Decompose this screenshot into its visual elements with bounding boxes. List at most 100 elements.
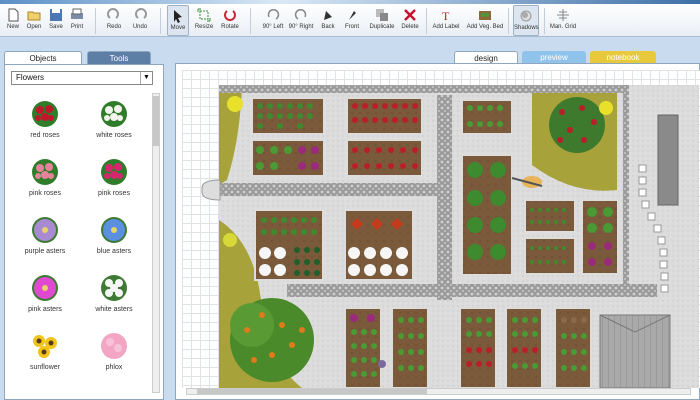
gate bbox=[201, 179, 221, 201]
toolbar-separator bbox=[95, 8, 96, 34]
bring-front-icon bbox=[349, 11, 356, 20]
pink-asters-icon bbox=[32, 275, 58, 301]
move-button[interactable]: Move bbox=[167, 5, 189, 36]
veg-bed[interactable] bbox=[391, 307, 429, 388]
stone-path bbox=[219, 183, 449, 196]
objects-scrollbar[interactable] bbox=[152, 93, 160, 393]
delete-button[interactable]: Delete bbox=[399, 5, 421, 36]
toolbar-separator bbox=[250, 8, 251, 34]
garden-plan[interactable] bbox=[182, 70, 700, 388]
white-roses-icon bbox=[101, 101, 127, 127]
scroll-thumb[interactable] bbox=[197, 389, 427, 394]
save-button[interactable]: Save bbox=[46, 5, 66, 36]
category-value: Flowers bbox=[16, 73, 45, 82]
sunflower-icon bbox=[33, 335, 57, 358]
new-button[interactable]: New bbox=[4, 5, 22, 36]
tab-tools[interactable]: Tools bbox=[87, 51, 151, 65]
white-asters-icon bbox=[101, 275, 127, 301]
scroll-thumb[interactable] bbox=[153, 96, 159, 146]
rotate-left-button[interactable]: 90° Left bbox=[260, 5, 286, 36]
toolbar-separator bbox=[160, 8, 161, 34]
plant-item[interactable]: white asters bbox=[81, 273, 147, 313]
veg-bed[interactable] bbox=[461, 99, 513, 135]
category-select[interactable]: Flowers ▼ bbox=[11, 71, 153, 85]
stone-wall bbox=[219, 85, 629, 93]
bench[interactable] bbox=[657, 114, 679, 206]
objects-list: Flowers ▼ red roses white roses pink ros… bbox=[4, 64, 164, 400]
plant-item[interactable]: pink roses bbox=[12, 157, 78, 197]
yellow-flowers[interactable] bbox=[599, 101, 613, 115]
pink-roses-icon bbox=[32, 159, 58, 185]
send-back-icon bbox=[324, 11, 332, 20]
redo-icon bbox=[107, 8, 119, 19]
plant-item[interactable]: blue asters bbox=[81, 215, 147, 255]
redo-button[interactable]: Redo bbox=[104, 5, 124, 36]
veg-bed[interactable] bbox=[251, 97, 325, 135]
plant-item[interactable]: white roses bbox=[81, 99, 147, 139]
plant-item[interactable]: pink asters bbox=[12, 273, 78, 313]
plant-item[interactable]: phlox bbox=[81, 331, 147, 371]
plant-item[interactable]: purple asters bbox=[12, 215, 78, 255]
resize-icon bbox=[197, 8, 211, 22]
plant-item[interactable]: red roses bbox=[12, 99, 78, 139]
back-button[interactable]: Back bbox=[318, 5, 338, 36]
grid-icon bbox=[557, 9, 569, 21]
tab-objects[interactable]: Objects bbox=[4, 51, 82, 65]
veg-bed[interactable] bbox=[461, 154, 513, 276]
rotate-button[interactable]: Rotate bbox=[219, 5, 241, 36]
chevron-down-icon[interactable]: ▼ bbox=[140, 72, 152, 84]
rose-bush[interactable] bbox=[549, 97, 605, 153]
veg-bed[interactable] bbox=[524, 237, 576, 275]
design-canvas[interactable] bbox=[175, 63, 700, 400]
text-label-icon: T bbox=[442, 9, 450, 22]
pointer-icon bbox=[174, 10, 182, 23]
open-button[interactable]: Open bbox=[24, 5, 44, 36]
garden-ornament[interactable] bbox=[378, 360, 386, 368]
yellow-flowers[interactable] bbox=[223, 233, 237, 247]
undo-icon bbox=[135, 8, 147, 19]
save-disk-icon bbox=[50, 9, 62, 21]
duplicate-button[interactable]: Duplicate bbox=[368, 5, 396, 36]
grid-area[interactable] bbox=[182, 70, 700, 388]
veg-bed[interactable] bbox=[254, 209, 324, 281]
purple-asters-icon bbox=[32, 217, 58, 243]
veg-bed[interactable] bbox=[524, 199, 576, 233]
add-label-button[interactable]: T Add Label bbox=[431, 5, 461, 36]
resize-button[interactable]: Resize bbox=[193, 5, 215, 36]
veg-bed[interactable] bbox=[344, 209, 414, 281]
man-grid-button[interactable]: Man. Grid bbox=[548, 5, 578, 36]
veg-bed[interactable] bbox=[505, 307, 543, 388]
shadows-toggle[interactable]: Shadows bbox=[513, 5, 539, 36]
orange-shrub[interactable] bbox=[230, 298, 314, 382]
shed[interactable] bbox=[599, 314, 671, 388]
plant-item[interactable]: pink roses bbox=[81, 157, 147, 197]
toolbar: New Open Save Print Redo Undo Move Resiz… bbox=[0, 4, 700, 37]
veg-bed[interactable] bbox=[346, 139, 423, 177]
veg-bed[interactable] bbox=[344, 307, 382, 388]
undo-button[interactable]: Undo bbox=[130, 5, 150, 36]
add-veg-bed-button[interactable]: Add Veg. Bed bbox=[465, 5, 505, 36]
veg-bed[interactable] bbox=[581, 199, 619, 275]
toolbar-separator bbox=[426, 8, 427, 34]
canvas-scrollbar[interactable] bbox=[186, 388, 691, 395]
plant-item[interactable]: sunflower bbox=[12, 331, 78, 371]
blue-asters-icon bbox=[101, 217, 127, 243]
toolbar-separator bbox=[544, 8, 545, 34]
toolbar-separator bbox=[508, 8, 509, 34]
objects-panel: Objects Tools Flowers ▼ red roses white … bbox=[0, 37, 166, 400]
rotate-right-icon bbox=[294, 8, 307, 20]
veg-bed[interactable] bbox=[459, 307, 497, 388]
stone-wall bbox=[623, 85, 629, 285]
rotate-icon bbox=[224, 10, 236, 21]
veg-bed[interactable] bbox=[346, 97, 423, 135]
veg-bed[interactable] bbox=[554, 307, 592, 388]
red-roses-icon bbox=[32, 101, 58, 127]
front-button[interactable]: Front bbox=[342, 5, 362, 36]
veg-bed[interactable] bbox=[251, 139, 325, 177]
svg-text:T: T bbox=[442, 9, 450, 22]
print-button[interactable]: Print bbox=[67, 5, 87, 36]
rotate-right-button[interactable]: 90° Right bbox=[288, 5, 314, 36]
stone-path bbox=[437, 95, 452, 300]
yellow-flowers[interactable] bbox=[227, 96, 243, 112]
print-icon bbox=[71, 8, 83, 19]
